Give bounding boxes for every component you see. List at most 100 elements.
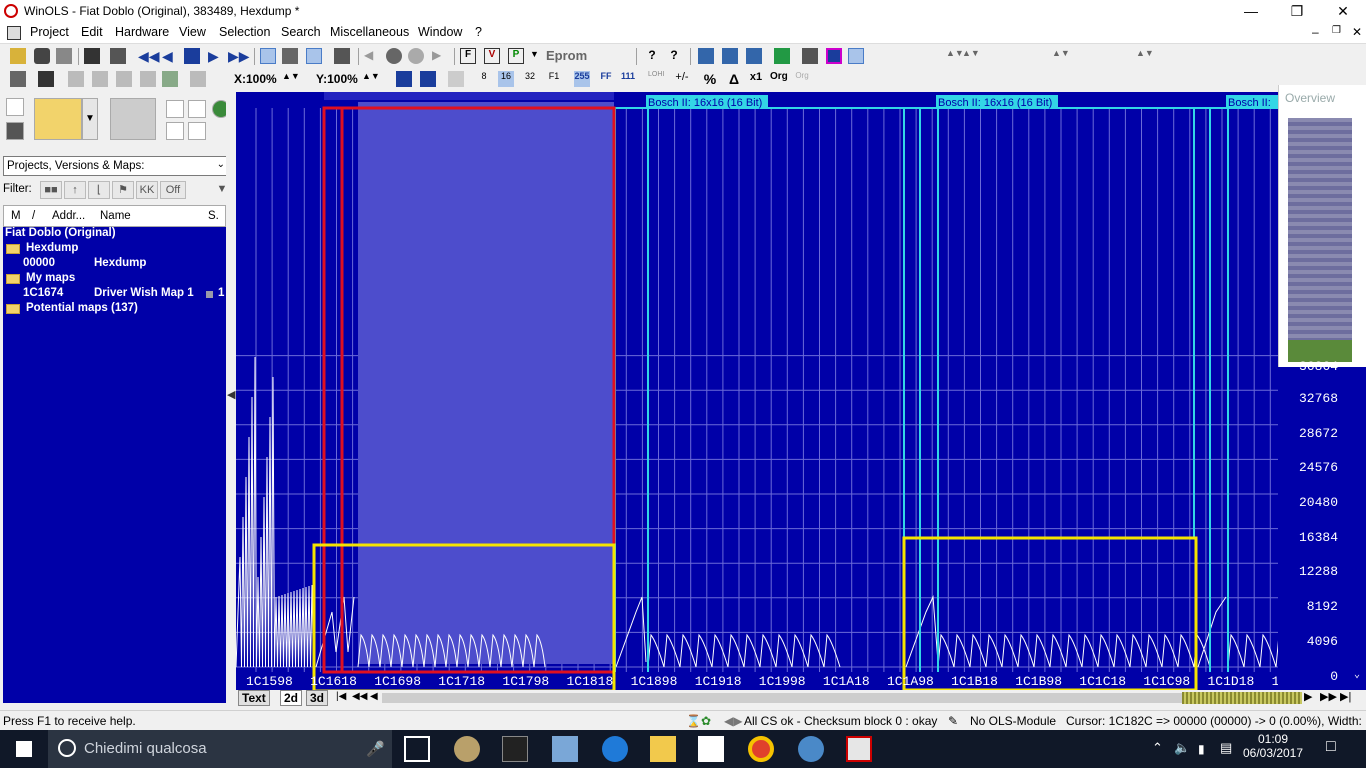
chart3-icon[interactable] — [746, 48, 762, 64]
width-icon[interactable] — [848, 48, 864, 64]
tree-item-project[interactable]: Fiat Doblo (Original) — [5, 227, 116, 242]
col-addr[interactable]: Addr... — [52, 210, 85, 222]
scroll-right-icon[interactable]: ▶ — [1304, 690, 1312, 703]
list-view-icon[interactable] — [260, 48, 276, 64]
filter-kk-button[interactable]: KK — [136, 181, 158, 199]
taskbar-search[interactable]: Chiedimi qualcosa 🎤 — [48, 730, 392, 768]
map-label-1[interactable]: Bosch II: 16x16 (16 Bit) — [648, 97, 762, 109]
close-button[interactable]: ✕ — [1320, 0, 1366, 23]
32bit-icon[interactable]: 32 — [522, 71, 538, 87]
org-icon[interactable]: Org — [770, 71, 788, 87]
find-icon[interactable] — [282, 48, 298, 64]
tool-icon[interactable] — [334, 48, 350, 64]
compare-icon[interactable] — [110, 48, 126, 64]
mdi-restore-icon[interactable]: ❐ — [1332, 25, 1341, 36]
filter-tree-button[interactable]: ⌊ — [88, 181, 110, 199]
hex-icon[interactable]: FF — [598, 71, 614, 87]
menu-hardware[interactable]: Hardware — [115, 25, 169, 39]
mdi-minimize-icon[interactable]: – — [1312, 25, 1319, 39]
store-icon[interactable] — [698, 736, 724, 762]
menu-window[interactable]: Window — [418, 25, 462, 39]
prev-map-icon[interactable]: ◀ — [364, 48, 380, 64]
winols-taskbar-icon[interactable] — [846, 736, 872, 762]
chip-icon[interactable] — [34, 48, 50, 64]
doc-icon[interactable] — [7, 26, 21, 40]
panel-splitter[interactable]: ◀ — [226, 92, 236, 706]
filter-sort-button[interactable]: ↑ — [64, 181, 86, 199]
hand-icon[interactable] — [68, 71, 84, 87]
tools-icon[interactable] — [188, 100, 206, 118]
mdi-close-icon[interactable]: ✕ — [1352, 25, 1362, 39]
filter-columns-button[interactable]: ■■ — [40, 181, 62, 199]
hand2-icon[interactable] — [92, 71, 108, 87]
map-label-2[interactable]: Bosch II: 16x16 (16 Bit) — [938, 97, 1052, 109]
project-props-icon[interactable] — [110, 98, 156, 140]
col-name[interactable]: Name — [100, 210, 131, 222]
chrome-icon[interactable] — [748, 736, 774, 762]
chevron-down-icon[interactable]: ▼ — [530, 49, 539, 59]
status-checksum[interactable]: All CS ok - Checksum block 0 : okay — [744, 714, 937, 728]
tray-chevron-icon[interactable]: ⌃ — [1152, 740, 1163, 756]
next-map-icon[interactable]: ▶ — [432, 48, 448, 64]
lohi-icon[interactable]: LOHI — [648, 71, 664, 87]
battery-icon[interactable]: ▮ — [1198, 742, 1205, 756]
last-icon[interactable]: ▶▶ — [228, 48, 250, 64]
filter-off-button[interactable]: Off — [160, 181, 186, 199]
tab-text[interactable]: Text — [238, 690, 270, 706]
tab-2d[interactable]: 2d — [280, 690, 303, 706]
map-view-icon[interactable] — [306, 48, 322, 64]
x1-icon[interactable]: x1 — [748, 71, 764, 87]
hexdump-graph[interactable]: Bosch II: 16x16 (16 Bit) Bosch II: 16x16… — [236, 92, 1278, 690]
volume-icon[interactable]: 🔈 — [1174, 740, 1190, 756]
redo-icon[interactable] — [38, 71, 54, 87]
v-icon[interactable]: V — [484, 48, 500, 64]
col-m[interactable]: M — [11, 210, 21, 222]
window-icon[interactable] — [774, 48, 790, 64]
cmd-icon[interactable] — [502, 736, 528, 762]
col-slash[interactable]: / — [32, 210, 35, 222]
scroll-thumb[interactable] — [382, 693, 1182, 703]
scroll-down-icon[interactable]: ⌄ — [1354, 669, 1360, 681]
spinner4-icon[interactable]: ▲▼ — [1136, 48, 1154, 58]
next-icon[interactable]: ▶ — [208, 48, 224, 64]
taskbar-clock[interactable]: 01:09 06/03/2017 — [1240, 732, 1306, 760]
minimize-button[interactable]: — — [1228, 0, 1274, 23]
scroll-end-icon[interactable]: ▶▶ — [1320, 690, 1337, 703]
table-icon[interactable] — [448, 71, 464, 87]
spinner2-icon[interactable]: ▲▼ — [962, 48, 980, 58]
wave-icon[interactable] — [396, 71, 412, 87]
16bit-icon[interactable]: 16 — [498, 71, 514, 87]
tag-icon[interactable] — [162, 71, 178, 87]
help-icon[interactable]: ? — [644, 48, 660, 64]
undo-icon[interactable] — [10, 71, 26, 87]
menu-miscellaneous[interactable]: Miscellaneous — [330, 25, 409, 39]
compare-file-icon[interactable] — [188, 122, 206, 140]
mail-icon[interactable] — [798, 736, 824, 762]
sign-icon[interactable]: +/- — [674, 71, 690, 87]
network-icon[interactable]: ▤ — [1220, 740, 1232, 756]
bars-icon[interactable] — [420, 71, 436, 87]
chart2-icon[interactable] — [722, 48, 738, 64]
explorer-icon[interactable] — [650, 736, 676, 762]
hand3-icon[interactable] — [116, 71, 132, 87]
tab-3d[interactable]: 3d — [306, 690, 329, 706]
columns-icon[interactable] — [802, 48, 818, 64]
menu-selection[interactable]: Selection — [219, 25, 270, 39]
windows-start-icon[interactable] — [16, 741, 32, 757]
eraser-icon[interactable] — [190, 71, 206, 87]
p-icon[interactable]: P — [508, 48, 524, 64]
delta-icon[interactable]: Δ — [726, 71, 742, 87]
menu-edit[interactable]: Edit — [81, 25, 103, 39]
dec-icon[interactable]: 255 — [574, 71, 590, 87]
menu-project[interactable]: Project — [30, 25, 69, 39]
filter-tag-button[interactable]: ⚑ — [112, 181, 134, 199]
tab-first-icon[interactable]: |◀ — [336, 691, 346, 702]
task-view-icon[interactable] — [404, 736, 430, 762]
new-icon[interactable] — [6, 98, 24, 116]
menu-view[interactable]: View — [179, 25, 206, 39]
save-icon[interactable] — [6, 122, 24, 140]
grid-icon[interactable] — [184, 48, 200, 64]
y-zoom[interactable]: Y:100% — [316, 72, 358, 86]
eprom-label[interactable]: Eprom — [546, 48, 587, 63]
tab-back-icon[interactable]: ◀ — [370, 691, 378, 702]
